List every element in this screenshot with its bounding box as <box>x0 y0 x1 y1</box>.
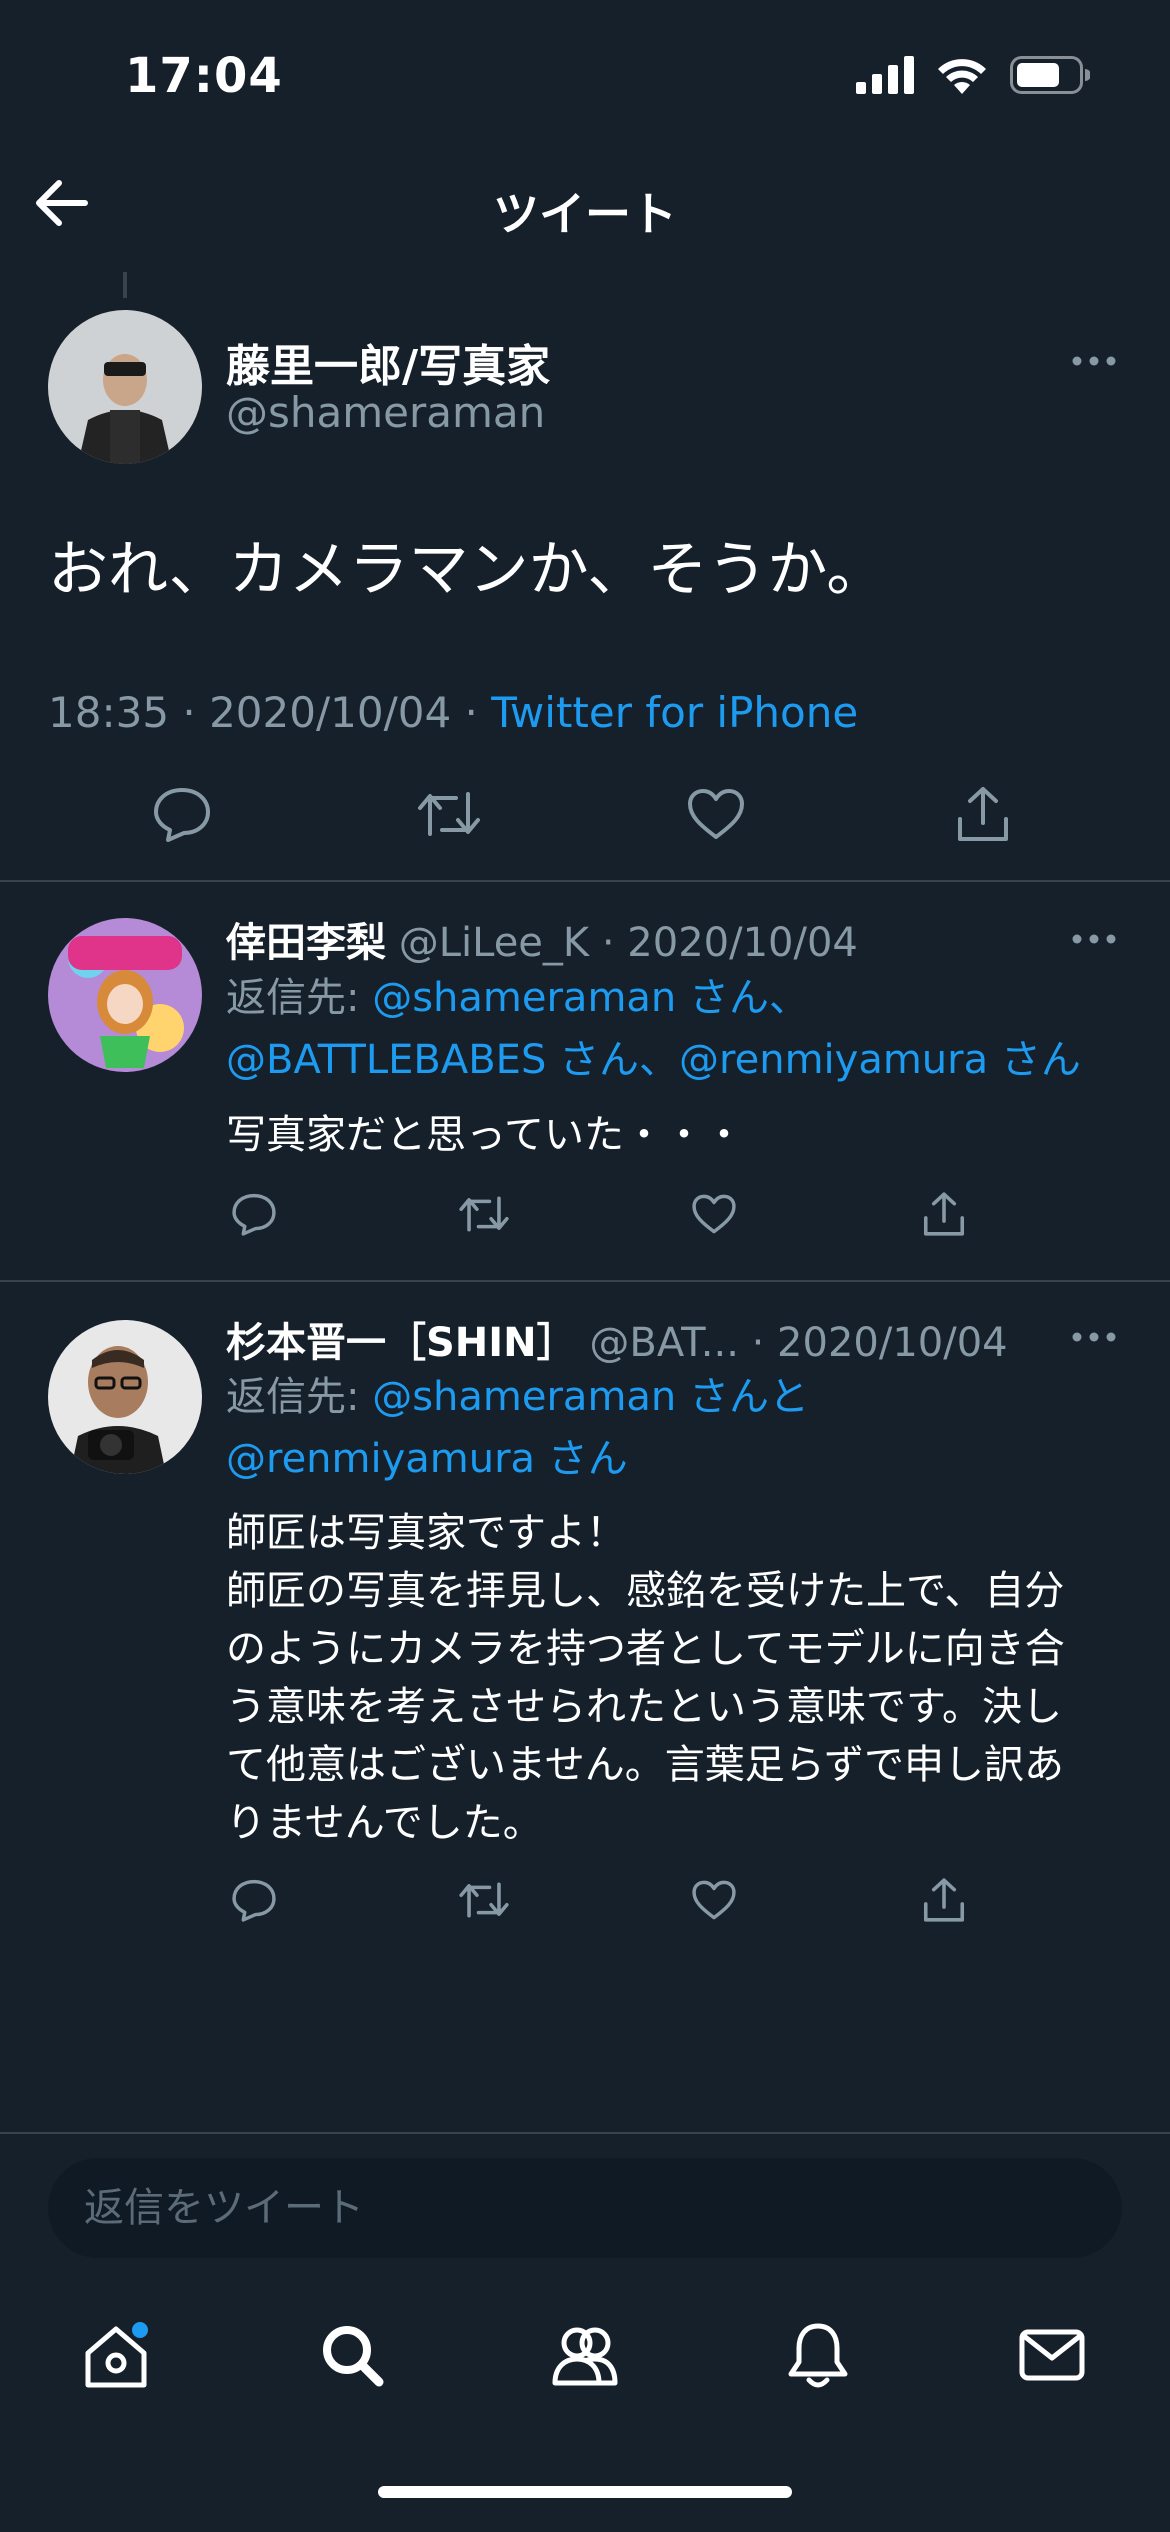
notifications-icon <box>785 2320 851 2394</box>
status-bar: 17:04 <box>0 0 1170 150</box>
reply-mention-link[interactable]: @BATTLEBABES さん、@renmiyamura さん <box>226 1037 1081 1083</box>
share-icon <box>954 785 1012 847</box>
home-indicator[interactable] <box>378 2486 792 2498</box>
like-button[interactable] <box>680 780 752 852</box>
like-icon <box>686 787 746 845</box>
tweet-text: 写真家だと思っていた・・・ <box>226 1112 744 1158</box>
tab-bar <box>0 2282 1170 2432</box>
tweet-source-link[interactable]: Twitter for iPhone <box>491 688 858 737</box>
tab-search[interactable] <box>302 2312 402 2402</box>
tweet-actions <box>0 780 1170 860</box>
search-icon <box>317 2320 387 2394</box>
thread-connector <box>123 272 127 298</box>
reply-button[interactable] <box>226 1188 282 1244</box>
more-options-button[interactable] <box>1064 1316 1124 1356</box>
page-title: ツイート <box>493 187 677 241</box>
retweet-button[interactable] <box>456 1188 512 1244</box>
display-name[interactable]: 倖田李梨 <box>226 920 386 966</box>
reply-button[interactable] <box>226 1874 282 1930</box>
status-time: 17:04 <box>125 48 283 104</box>
retweet-icon <box>416 788 482 844</box>
tweet-actions <box>226 1188 1026 1248</box>
like-button[interactable] <box>686 1188 742 1244</box>
unread-indicator <box>132 2322 148 2338</box>
retweet-icon <box>458 1193 510 1239</box>
user-handle[interactable]: @BAT... <box>589 1320 739 1366</box>
reply-to: 返信先: @shameraman さん、 @BATTLEBABES さん、@re… <box>226 967 1126 1091</box>
tweet-text-line: のようにカメラを持つ者としてモデルに向き合 <box>226 1626 1065 1672</box>
like-icon <box>691 1879 737 1925</box>
tweet-text-line: 師匠の写真を拝見し、感銘を受けた上で、自分 <box>226 1568 1065 1614</box>
communities-icon <box>549 2321 621 2393</box>
tab-notifications[interactable] <box>768 2312 868 2402</box>
user-handle[interactable]: @LiLee_K <box>399 920 589 966</box>
reply-mention-link[interactable]: @renmiyamura さん <box>226 1436 628 1482</box>
tweet-timestamp: 18:35 · 2020/10/04 · <box>48 688 492 737</box>
reply-icon <box>231 1192 277 1240</box>
like-icon <box>691 1193 737 1239</box>
battery-icon <box>1010 56 1091 98</box>
display-name[interactable]: 藤里一郎/写真家 <box>226 330 550 394</box>
tab-communities[interactable] <box>535 2312 635 2402</box>
reply-icon <box>152 786 212 846</box>
nav-bar: ツイート <box>0 150 1170 260</box>
reply-to-label: 返信先: <box>226 1374 373 1420</box>
share-icon <box>921 1191 967 1241</box>
reply-mention-link[interactable]: @shameraman さんと <box>372 1374 809 1420</box>
reply-to-label: 返信先: <box>226 975 373 1021</box>
cellular-signal-icon <box>856 56 914 98</box>
retweet-button[interactable] <box>413 780 485 852</box>
compose-bar <box>0 2132 1170 2282</box>
avatar[interactable] <box>48 918 202 1072</box>
tweet-text: 師匠は写真家ですよ！ 師匠の写真を拝見し、感銘を受けた上で、自分 のようにカメラ… <box>226 1504 1126 1852</box>
tweet-text-line: て他意はございません。言葉足らずで申し訳あ <box>226 1742 1064 1788</box>
more-options-button[interactable] <box>1064 340 1124 380</box>
share-button[interactable] <box>916 1874 972 1930</box>
share-icon <box>921 1877 967 1927</box>
reply-mention-link[interactable]: @shameraman さん、 <box>372 975 809 1021</box>
status-icons <box>856 56 1091 98</box>
user-handle[interactable]: @shameraman <box>226 388 545 437</box>
tweet-text-line: 師匠は写真家ですよ！ <box>226 1510 626 1556</box>
tweet-date: · 2020/10/04 <box>601 920 858 966</box>
more-dots-icon <box>1072 929 1116 948</box>
tweet-text-line: りませんでした。 <box>226 1800 543 1846</box>
tab-home[interactable] <box>66 2312 166 2402</box>
reply-input[interactable] <box>48 2158 1122 2258</box>
reply-icon <box>231 1878 277 1926</box>
avatar[interactable] <box>48 310 202 464</box>
tweet-meta: 18:35 · 2020/10/04 · Twitter for iPhone <box>48 688 858 737</box>
retweet-button[interactable] <box>456 1874 512 1930</box>
reply-header: 倖田李梨 @LiLee_K · 2020/10/04 <box>226 910 858 968</box>
wifi-icon <box>936 56 988 98</box>
like-button[interactable] <box>686 1874 742 1930</box>
more-options-button[interactable] <box>1064 918 1124 958</box>
retweet-icon <box>458 1879 510 1925</box>
more-dots-icon <box>1072 351 1116 370</box>
reply-to: 返信先: @shameraman さんと @renmiyamura さん <box>226 1366 1126 1490</box>
share-button[interactable] <box>947 780 1019 852</box>
reply-button[interactable] <box>146 780 218 852</box>
tweet-text-line: う意味を考えさせられたという意味です。決し <box>226 1684 1062 1730</box>
more-dots-icon <box>1072 1327 1116 1346</box>
messages-icon <box>1018 2326 1086 2388</box>
reply-tweet[interactable]: 倖田李梨 @LiLee_K · 2020/10/04 返信先: @shamera… <box>0 882 1170 1282</box>
tab-messages[interactable] <box>1002 2312 1102 2402</box>
share-button[interactable] <box>916 1188 972 1244</box>
reply-header: 杉本晋一［SHIN］ @BAT... · 2020/10/04 <box>226 1310 1008 1368</box>
reply-tweet[interactable]: 杉本晋一［SHIN］ @BAT... · 2020/10/04 返信先: @sh… <box>0 1282 1170 1972</box>
avatar[interactable] <box>48 1320 202 1474</box>
tweet-date: · 2020/10/04 <box>751 1320 1008 1366</box>
tweet-actions <box>226 1874 1026 1934</box>
main-tweet: 藤里一郎/写真家 @shameraman おれ、カメラマンか、そうか。 18:3… <box>0 300 1170 882</box>
display-name[interactable]: 杉本晋一［SHIN］ <box>226 1320 577 1366</box>
tweet-text: おれ、カメラマンか、そうか。 <box>48 535 887 605</box>
